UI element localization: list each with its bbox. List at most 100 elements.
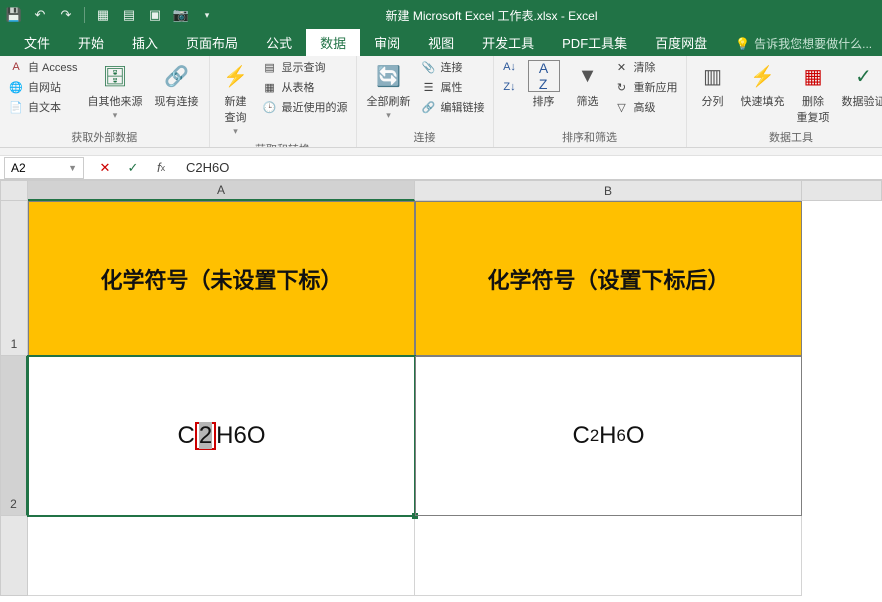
from-access-button[interactable]: A自 Access xyxy=(6,58,80,76)
show-queries-button[interactable]: ▤显示查询 xyxy=(260,58,350,76)
from-web-button[interactable]: 🌐自网站 xyxy=(6,78,80,96)
tab-baidu[interactable]: 百度网盘 xyxy=(641,29,721,56)
column-header-c[interactable] xyxy=(802,180,882,201)
qat-icon-2[interactable]: ▤ xyxy=(121,7,137,23)
query-icon: ⚡ xyxy=(220,60,252,92)
from-text-button[interactable]: 📄自文本 xyxy=(6,98,80,116)
tell-me-label: 告诉我您想要做什么... xyxy=(754,35,872,52)
tab-data[interactable]: 数据 xyxy=(306,29,360,56)
filter-button[interactable]: ▼筛选 xyxy=(568,58,608,111)
ribbon-tabs: 文件 开始 插入 页面布局 公式 数据 审阅 视图 开发工具 PDF工具集 百度… xyxy=(0,30,882,56)
data-validation-button[interactable]: ✓数据验证 xyxy=(838,58,882,111)
flash-icon: ⚡ xyxy=(747,60,779,92)
formula-input[interactable]: C2H6O xyxy=(178,160,882,175)
reapply-button[interactable]: ↻重新应用 xyxy=(612,78,680,96)
text-icon: 📄 xyxy=(8,99,24,115)
titlebar: 💾 ↶ ↷ ▦ ▤ ▣ 📷 ▾ 新建 Microsoft Excel 工作表.x… xyxy=(0,0,882,30)
group-title: 获取外部数据 xyxy=(6,127,203,147)
dedup-icon: ▦ xyxy=(797,60,829,92)
sort-button[interactable]: AZ排序 xyxy=(524,58,564,111)
table-icon: ▦ xyxy=(262,79,278,95)
cell-a2[interactable]: C2H6O xyxy=(28,356,415,516)
connections-button[interactable]: 📎连接 xyxy=(419,58,487,76)
group-external-data: A自 Access 🌐自网站 📄自文本 🗄自其他来源▾ 🔗现有连接 获取外部数据 xyxy=(0,56,210,147)
cell-b1[interactable]: 化学符号（设置下标后） xyxy=(415,201,802,356)
tab-view[interactable]: 视图 xyxy=(414,29,468,56)
reapply-icon: ↻ xyxy=(614,79,630,95)
tab-file[interactable]: 文件 xyxy=(10,29,64,56)
refresh-all-button[interactable]: 🔄全部刷新▾ xyxy=(363,58,415,123)
camera-icon[interactable]: 📷 xyxy=(173,7,189,23)
confirm-edit-button[interactable]: ✓ xyxy=(124,159,142,177)
save-icon[interactable]: 💾 xyxy=(6,7,22,23)
qat-icon-3[interactable]: ▣ xyxy=(147,7,163,23)
from-table-button[interactable]: ▦从表格 xyxy=(260,78,350,96)
edit-link-icon: 🔗 xyxy=(421,99,437,115)
tell-me[interactable]: 💡 告诉我您想要做什么... xyxy=(727,31,880,56)
remove-dup-button[interactable]: ▦删除 重复项 xyxy=(793,58,834,127)
validation-icon: ✓ xyxy=(848,60,880,92)
group-sort-filter: A↓ Z↓ AZ排序 ▼筛选 ✕清除 ↻重新应用 ▽高级 排序和筛选 xyxy=(494,56,687,147)
text-to-columns-button[interactable]: ▥分列 xyxy=(693,58,733,111)
quick-access-toolbar: 💾 ↶ ↷ ▦ ▤ ▣ 📷 ▾ xyxy=(0,7,221,23)
props-icon: ☰ xyxy=(421,79,437,95)
name-box-value: A2 xyxy=(11,161,26,175)
advanced-filter-button[interactable]: ▽高级 xyxy=(612,98,680,116)
tab-pdf[interactable]: PDF工具集 xyxy=(548,29,641,56)
database-icon: 🗄 xyxy=(99,60,131,92)
sort-asc-button[interactable]: A↓ xyxy=(500,58,520,76)
cancel-edit-button[interactable]: ✕ xyxy=(96,159,114,177)
undo-icon[interactable]: ↶ xyxy=(32,7,48,23)
group-connections: 🔄全部刷新▾ 📎连接 ☰属性 🔗编辑链接 连接 xyxy=(357,56,494,147)
refresh-icon: 🔄 xyxy=(373,60,405,92)
cell-a3[interactable] xyxy=(28,516,415,596)
column-header-b[interactable]: B xyxy=(415,180,802,201)
properties-button[interactable]: ☰属性 xyxy=(419,78,487,96)
cell-b2[interactable]: C2H6O xyxy=(415,356,802,516)
b2-sub2: 6 xyxy=(617,426,626,446)
cell-a2-post: H6O xyxy=(216,422,265,450)
qat-icon-1[interactable]: ▦ xyxy=(95,7,111,23)
edit-links-button[interactable]: 🔗编辑链接 xyxy=(419,98,487,116)
filter-icon: ▼ xyxy=(572,60,604,92)
name-box[interactable]: A2 ▼ xyxy=(4,157,84,179)
grid: A B 1 化学符号（未设置下标） 化学符号（设置下标后） 2 C2H6O C2… xyxy=(0,180,882,596)
dropdown-icon[interactable]: ▼ xyxy=(68,163,77,173)
sort-desc-button[interactable]: Z↓ xyxy=(500,78,520,96)
group-title: 排序和筛选 xyxy=(500,127,680,147)
tab-insert[interactable]: 插入 xyxy=(118,29,172,56)
tab-review[interactable]: 审阅 xyxy=(360,29,414,56)
sort-desc-icon: Z↓ xyxy=(502,79,518,95)
row-header-2[interactable]: 2 xyxy=(0,356,28,516)
row-header-3[interactable] xyxy=(0,516,28,596)
split-icon: ▥ xyxy=(697,60,729,92)
clear-filter-button[interactable]: ✕清除 xyxy=(612,58,680,76)
recent-icon: 🕒 xyxy=(262,99,278,115)
row-header-1[interactable]: 1 xyxy=(0,201,28,356)
from-other-button[interactable]: 🗄自其他来源▾ xyxy=(84,58,147,123)
b2-sub1: 2 xyxy=(590,426,599,446)
tab-formulas[interactable]: 公式 xyxy=(252,29,306,56)
flash-fill-button[interactable]: ⚡快速填充 xyxy=(737,58,789,111)
column-header-a[interactable]: A xyxy=(28,180,415,201)
new-query-button[interactable]: ⚡新建 查询▾ xyxy=(216,58,256,139)
qat-more-icon[interactable]: ▾ xyxy=(199,7,215,23)
cell-a2-pre: C xyxy=(177,422,194,450)
clear-icon: ✕ xyxy=(614,59,630,75)
cell-a1[interactable]: 化学符号（未设置下标） xyxy=(28,201,415,356)
sort-asc-icon: A↓ xyxy=(502,59,518,75)
bulb-icon: 💡 xyxy=(735,37,750,51)
tab-layout[interactable]: 页面布局 xyxy=(172,29,252,56)
recent-sources-button[interactable]: 🕒最近使用的源 xyxy=(260,98,350,116)
redo-icon[interactable]: ↷ xyxy=(58,7,74,23)
tab-dev[interactable]: 开发工具 xyxy=(468,29,548,56)
select-all-corner[interactable] xyxy=(0,180,28,201)
cell-b3[interactable] xyxy=(415,516,802,596)
b2-o: O xyxy=(626,422,645,450)
tab-home[interactable]: 开始 xyxy=(64,29,118,56)
cell-a2-editing-char: 2 xyxy=(195,422,216,450)
fx-button[interactable]: fx xyxy=(152,159,170,177)
existing-conn-button[interactable]: 🔗现有连接 xyxy=(151,58,203,111)
group-title: 连接 xyxy=(363,127,487,147)
b2-h: H xyxy=(599,422,616,450)
